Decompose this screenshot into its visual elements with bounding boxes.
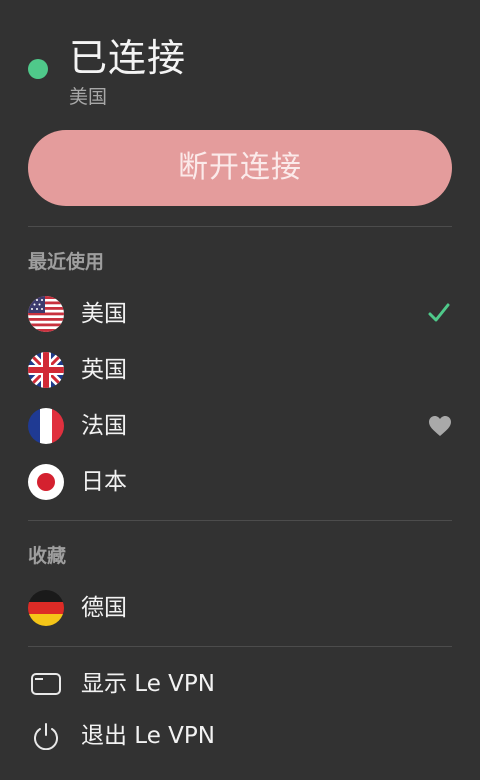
heart-icon[interactable] [428, 415, 452, 437]
divider [28, 226, 452, 227]
quit-app-label: 退出 Le VPN [81, 723, 215, 749]
japan-flag-icon [28, 464, 64, 500]
power-icon [34, 723, 58, 750]
show-app-label: 显示 Le VPN [81, 671, 215, 697]
germany-flag-icon [28, 590, 64, 626]
france-flag-icon [28, 408, 64, 444]
server-item-japan[interactable]: 日本 [0, 456, 480, 508]
divider [28, 646, 452, 647]
server-item-label: 法国 [81, 413, 127, 439]
disconnect-button[interactable]: 断开连接 [28, 130, 452, 206]
favorites-section-title: 收藏 [28, 545, 67, 567]
show-app-menu-item[interactable]: 显示 Le VPN [0, 658, 480, 710]
server-item-label: 美国 [81, 301, 127, 327]
server-item-uk[interactable]: 英国 [0, 344, 480, 396]
server-item-label: 英国 [81, 357, 127, 383]
server-item-france[interactable]: 法国 [0, 400, 480, 452]
quit-app-menu-item[interactable]: 退出 Le VPN [0, 710, 480, 762]
recent-section-title: 最近使用 [28, 251, 105, 273]
server-item-germany[interactable]: 德国 [0, 582, 480, 634]
divider [28, 520, 452, 521]
server-item-us[interactable]: 美国 [0, 288, 480, 340]
window-icon [31, 673, 61, 695]
connection-status-title: 已连接 [69, 36, 187, 80]
server-item-label: 德国 [81, 595, 127, 621]
connected-location: 美国 [69, 86, 108, 108]
connection-status-dot [28, 59, 48, 79]
us-flag-icon [28, 296, 64, 332]
check-icon [428, 303, 450, 322]
server-item-label: 日本 [81, 469, 127, 495]
uk-flag-icon [28, 352, 64, 388]
